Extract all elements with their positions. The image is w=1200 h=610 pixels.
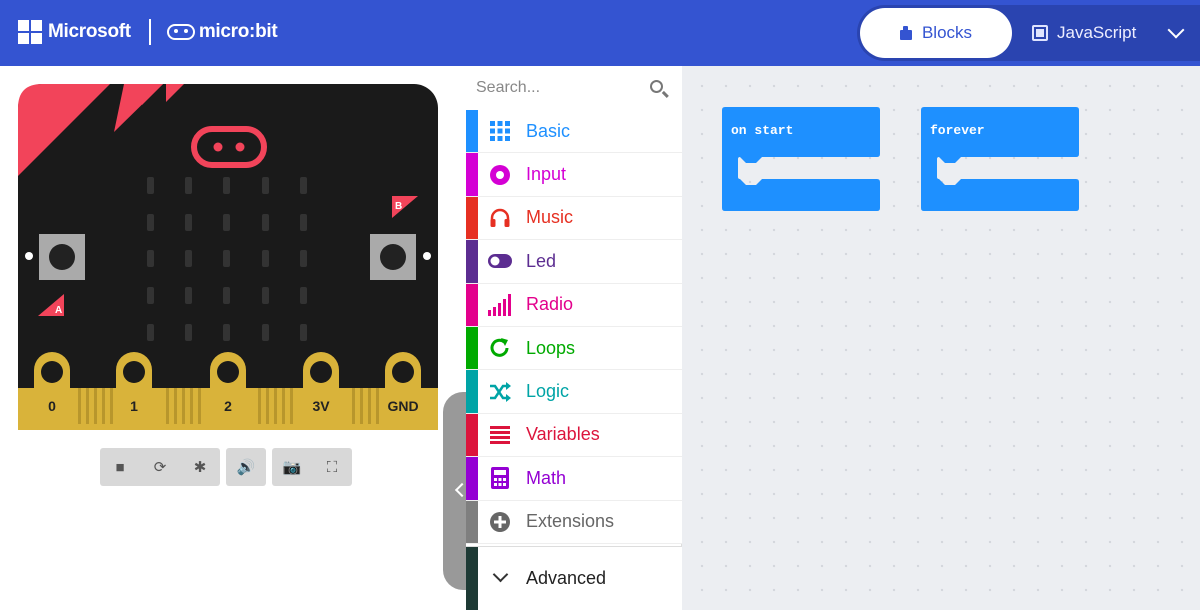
loop-icon xyxy=(488,336,512,360)
screenshot-icon[interactable]: 📷 xyxy=(272,448,312,486)
category-stripe xyxy=(466,500,478,543)
debug-icon[interactable]: ✱ xyxy=(180,448,220,486)
category-label: Logic xyxy=(526,381,570,402)
block-label: on start xyxy=(731,123,794,138)
category-label: Advanced xyxy=(526,568,607,588)
shuffle-icon xyxy=(488,380,512,404)
category-stripe xyxy=(466,240,478,283)
simulator-control-group-sound: 🔊 xyxy=(226,448,266,486)
microbit-logo: micro:bit xyxy=(166,21,278,43)
microbit-board: A B 0 1 2 3V GND xyxy=(18,84,438,430)
top-bar: Microsoft micro:bit Blocks JavaScript xyxy=(0,0,1200,66)
brand-divider xyxy=(148,19,151,45)
grid-icon xyxy=(488,119,512,143)
microsoft-logo-icon xyxy=(18,20,42,44)
category-list: Basic Input Music Led Radio Loops Logic … xyxy=(466,110,682,544)
category-stripe xyxy=(466,326,478,370)
calculator-icon xyxy=(488,466,512,490)
blocks-workspace[interactable]: on start forever xyxy=(682,66,1200,610)
block-label: forever xyxy=(930,123,985,138)
code-icon xyxy=(1032,25,1048,41)
category-label: Input xyxy=(526,164,567,185)
tab-javascript-label: JavaScript xyxy=(1057,23,1137,42)
category-music[interactable]: Music xyxy=(466,196,682,241)
category-led[interactable]: Led xyxy=(466,240,682,284)
category-basic[interactable]: Basic xyxy=(466,110,682,154)
pin-1-label: 1 xyxy=(130,398,138,414)
category-loops[interactable]: Loops xyxy=(466,326,682,371)
category-stripe xyxy=(466,547,478,610)
category-extensions[interactable]: Extensions xyxy=(466,500,682,544)
plus-circle-icon xyxy=(488,510,512,534)
signal-icon xyxy=(488,293,512,317)
category-stripe xyxy=(466,413,478,457)
category-label: Music xyxy=(526,207,574,228)
category-stripe xyxy=(466,370,478,413)
pin-0-label: 0 xyxy=(48,398,56,414)
button-a-label: A xyxy=(55,305,62,316)
headphones-icon xyxy=(488,206,512,230)
category-stripe xyxy=(466,196,478,240)
chevron-down-icon xyxy=(492,566,509,583)
category-label: Radio xyxy=(526,294,574,315)
list-icon xyxy=(488,423,512,447)
category-math[interactable]: Math xyxy=(466,457,682,501)
category-label: Extensions xyxy=(526,511,615,532)
sound-icon[interactable]: 🔊 xyxy=(226,448,266,486)
stop-icon[interactable]: ■ xyxy=(100,448,140,486)
chevron-down-icon[interactable] xyxy=(1167,21,1185,39)
simulator-control-group-view: 📷 ⛶ xyxy=(272,448,352,486)
tab-blocks-label: Blocks xyxy=(921,23,973,42)
brand[interactable]: Microsoft micro:bit xyxy=(18,19,278,45)
category-label: Math xyxy=(526,467,567,488)
on-start-block[interactable]: on start xyxy=(722,107,880,211)
forever-block[interactable]: forever xyxy=(921,107,1079,211)
restart-icon[interactable]: ⟳ xyxy=(140,448,180,486)
category-label: Loops xyxy=(526,337,576,358)
fullscreen-icon[interactable]: ⛶ xyxy=(312,448,352,486)
simulator-controls: ■ ⟳ ✱ 🔊 📷 ⛶ xyxy=(100,448,352,486)
pin-3v-label: 3V xyxy=(312,398,330,414)
category-stripe xyxy=(466,153,478,196)
pin-2-label: 2 xyxy=(224,398,232,414)
search-icon[interactable] xyxy=(650,80,663,93)
microsoft-brand-text: Microsoft xyxy=(48,21,131,42)
simulator-panel: A B 0 1 2 3V GND ■ ⟳ ✱ 🔊 📷 ⛶ xyxy=(0,66,466,610)
toggle-icon xyxy=(488,249,512,273)
category-input[interactable]: Input xyxy=(466,153,682,197)
category-radio[interactable]: Radio xyxy=(466,283,682,327)
category-stripe xyxy=(466,457,478,500)
button-b-label: B xyxy=(395,201,402,212)
circle-icon xyxy=(488,163,512,187)
category-label: Basic xyxy=(526,120,571,141)
search-input[interactable] xyxy=(476,76,646,100)
category-stripe xyxy=(466,110,478,153)
category-label: Variables xyxy=(526,424,600,445)
pin-gnd-label: GND xyxy=(387,398,418,414)
toolbox: Basic Input Music Led xyxy=(466,66,682,610)
tab-blocks[interactable]: Blocks xyxy=(860,8,1012,58)
category-label: Led xyxy=(526,250,557,271)
editor-mode-toggle: Blocks JavaScript xyxy=(857,5,1200,61)
category-logic[interactable]: Logic xyxy=(466,370,682,414)
microbit-brand-text: micro:bit xyxy=(198,21,278,42)
category-stripe xyxy=(466,283,478,326)
simulator-control-group-run: ■ ⟳ ✱ xyxy=(100,448,220,486)
toolbox-search xyxy=(466,66,682,110)
category-variables[interactable]: Variables xyxy=(466,413,682,458)
microbit-logo-icon xyxy=(166,24,195,40)
tab-javascript[interactable]: JavaScript xyxy=(1032,8,1150,58)
puzzle-icon xyxy=(899,26,912,40)
category-advanced[interactable]: Advanced xyxy=(466,546,682,610)
